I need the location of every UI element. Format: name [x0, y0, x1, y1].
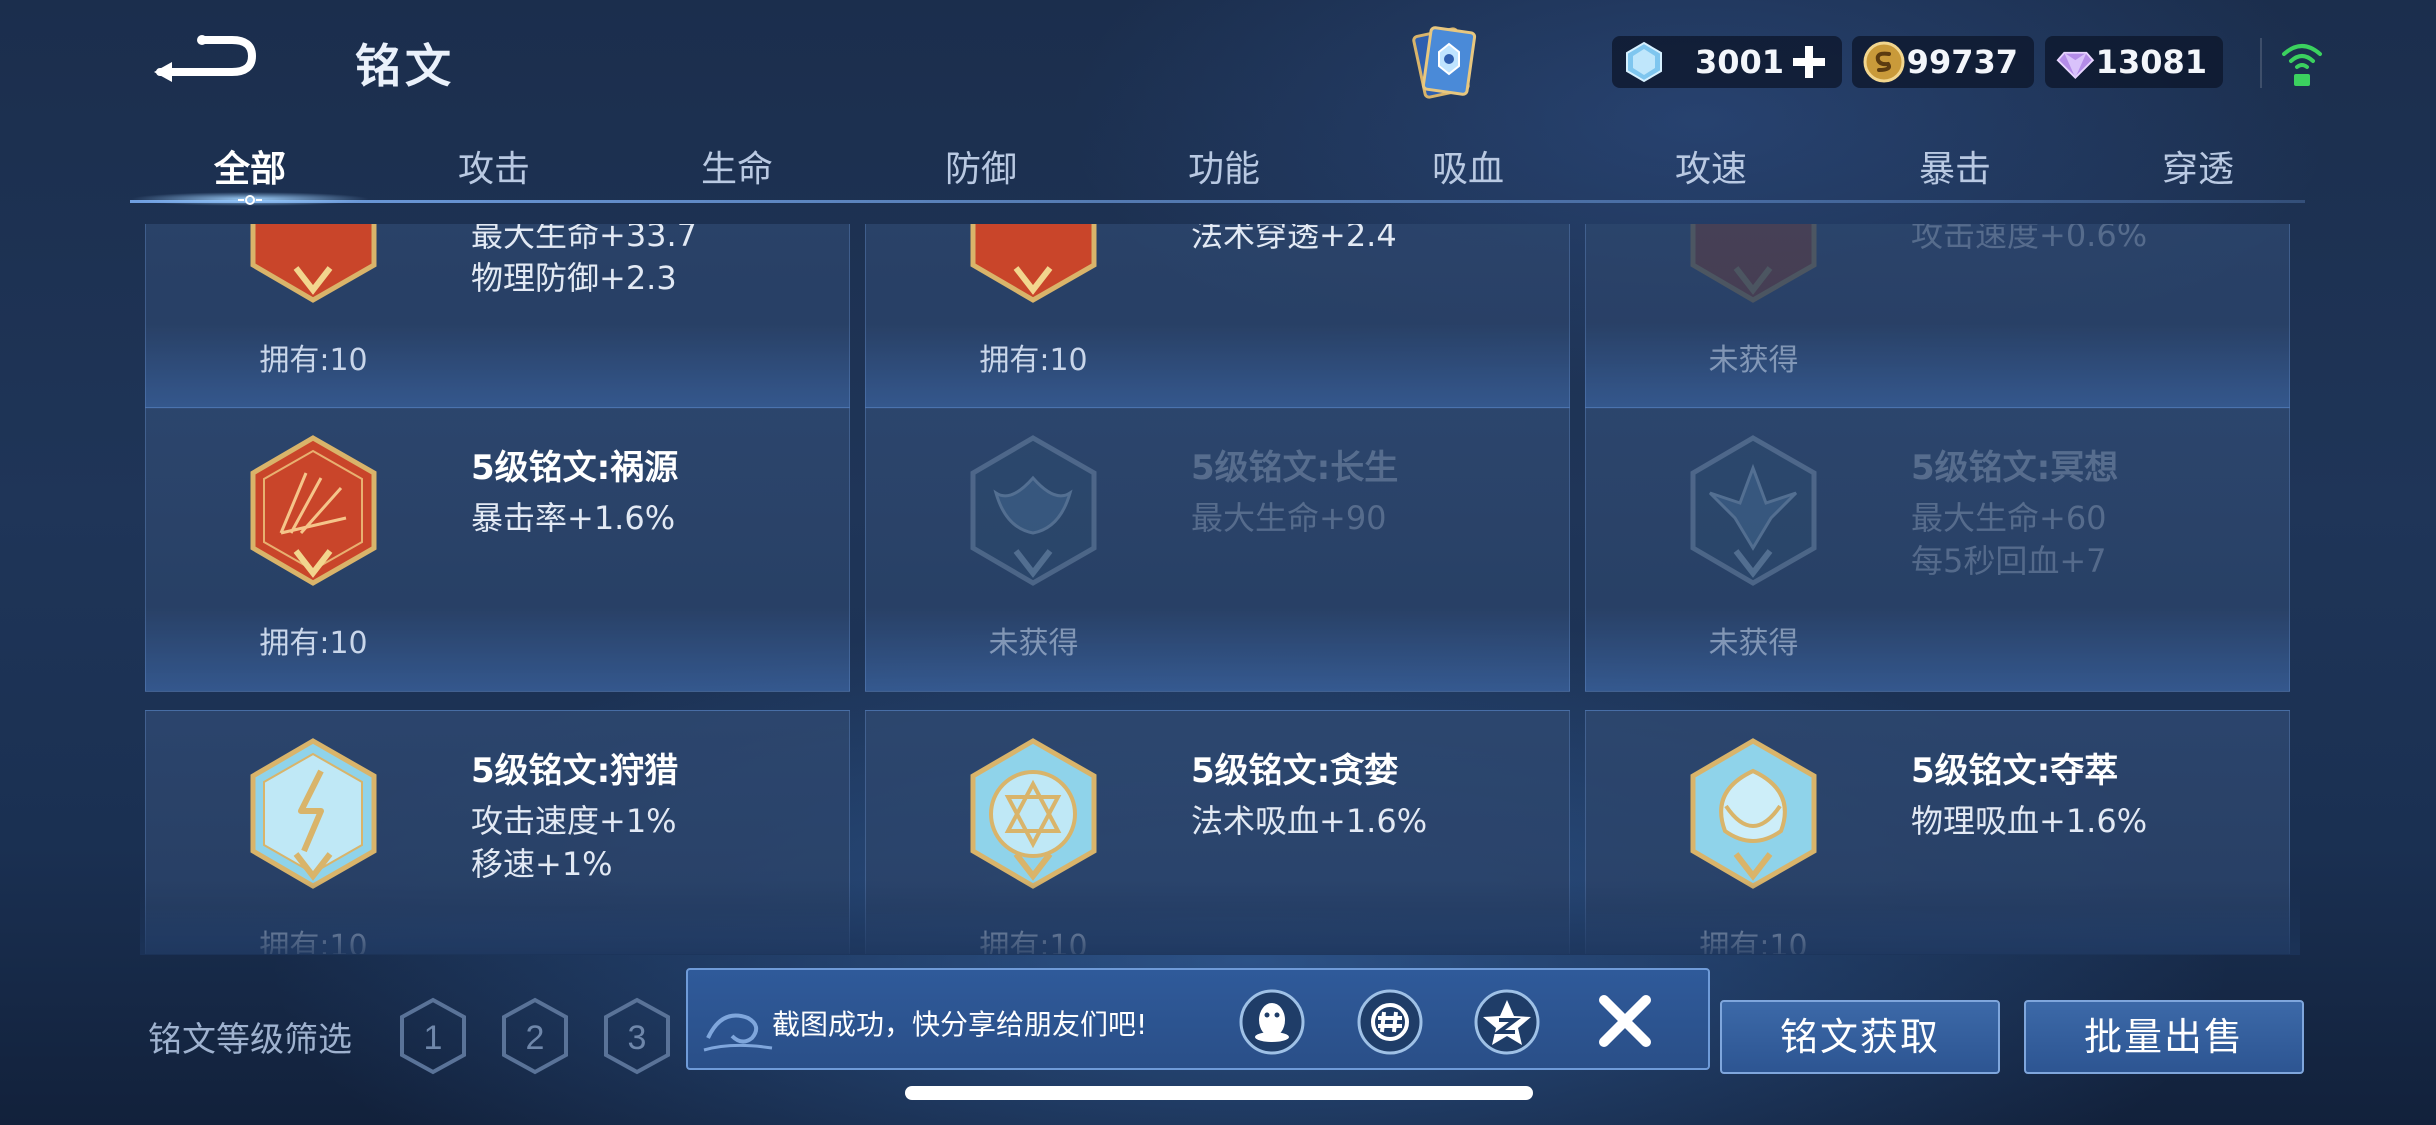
rune-card[interactable]: 5级铭文:贪婪 法术吸血+1.6% 拥有:10	[865, 710, 1570, 954]
svg-text:1: 1	[424, 1019, 443, 1057]
tab-utility[interactable]: 功能	[1104, 140, 1344, 192]
wechat-moments-icon[interactable]	[1356, 988, 1424, 1056]
rune-card[interactable]: 5级铭文:夺萃 物理吸血+1.6% 拥有:10	[1585, 710, 2290, 954]
purple-crystal-icon	[2056, 51, 2095, 80]
home-indicator[interactable]	[905, 1086, 1533, 1100]
tab-attack-speed[interactable]: 攻速	[1591, 140, 1831, 192]
red-rune-emblem-icon	[1690, 224, 1817, 303]
rune-stat: 物理防御+2.3	[471, 259, 677, 297]
rune-owned-count: 拥有:10	[259, 626, 368, 661]
rune-stat: 每5秒回血+7	[1911, 542, 2107, 580]
rune-card[interactable]: 最大生命+33.7 物理防御+2.3 拥有:10	[145, 224, 850, 409]
wifi-signal-icon	[2282, 44, 2322, 86]
add-diamond-button[interactable]	[1788, 41, 1830, 83]
rune-stat: 攻击速度+0.6%	[1911, 224, 2148, 254]
tab-attack[interactable]: 攻击	[374, 140, 614, 192]
plunder-rune-emblem-icon	[1690, 738, 1817, 889]
diamond-icon	[1626, 41, 1662, 83]
rune-stat: 最大生命+33.7	[471, 224, 698, 254]
greed-rune-emblem-icon	[970, 738, 1097, 889]
back-arrow-icon[interactable]	[150, 28, 260, 90]
rune-stat: 最大生命+90	[1191, 499, 1387, 537]
rune-card[interactable]: 攻击速度+0.6% 未获得	[1585, 224, 2290, 409]
rune-owned-count: 拥有:10	[259, 929, 368, 954]
coin-balance: 99737	[1852, 36, 2034, 88]
rune-owned-count: 未获得	[988, 626, 1079, 661]
crystal-balance: 13081	[2045, 36, 2223, 88]
rune-owned-count: 拥有:10	[1699, 929, 1808, 954]
level-filter-2[interactable]: 2	[500, 997, 570, 1075]
level-filter-3[interactable]: 3	[602, 997, 672, 1075]
hunt-rune-emblem-icon	[250, 738, 377, 889]
red-rune-emblem-icon	[250, 224, 377, 303]
rune-card[interactable]: 5级铭文:冥想 最大生命+60 每5秒回血+7 未获得	[1585, 407, 2290, 692]
svg-text:3: 3	[628, 1019, 647, 1057]
level-filter-label: 铭文等级筛选	[148, 1020, 352, 1060]
qq-icon[interactable]	[1238, 988, 1306, 1056]
tab-critical[interactable]: 暴击	[1835, 140, 2075, 192]
disaster-rune-emblem-icon	[250, 435, 377, 586]
rune-card-icon[interactable]	[1405, 22, 1483, 106]
rune-stat: 法术吸血+1.6%	[1191, 802, 1428, 840]
rune-owned-count: 拥有:10	[979, 929, 1088, 954]
rune-owned-count: 拥有:10	[259, 343, 368, 378]
gold-coin-icon	[1863, 41, 1905, 83]
tab-lifesteal[interactable]: 吸血	[1348, 140, 1588, 192]
category-tabs: 全部 攻击 生命 防御 功能 吸血 攻速 暴击 穿透	[130, 130, 2305, 206]
svg-text:2: 2	[526, 1019, 545, 1057]
rune-owned-count: 未获得	[1708, 343, 1799, 378]
red-rune-emblem-icon	[970, 224, 1097, 303]
tab-defense[interactable]: 防御	[861, 140, 1101, 192]
rune-stat: 攻击速度+1%	[471, 802, 677, 840]
crystal-value: 13081	[2095, 43, 2207, 81]
share-message: 截图成功，快分享给朋友们吧!	[772, 1008, 1148, 1041]
rune-stat: 最大生命+60	[1911, 499, 2107, 537]
rune-card[interactable]: 5级铭文:长生 最大生命+90 未获得	[865, 407, 1570, 692]
rune-name: 5级铭文:贪婪	[1191, 751, 1399, 791]
tab-all[interactable]: 全部	[130, 140, 370, 192]
page-title: 铭文	[355, 39, 455, 93]
coin-value: 99737	[1906, 43, 2018, 81]
rune-card[interactable]: 法术穿透+2.4 拥有:10	[865, 224, 1570, 409]
header-divider	[2260, 38, 2262, 88]
qzone-icon[interactable]	[1473, 988, 1541, 1056]
rune-owned-count: 未获得	[1708, 626, 1799, 661]
rune-card[interactable]: 5级铭文:狩猎 攻击速度+1% 移速+1% 拥有:10	[145, 710, 850, 954]
tab-penetration[interactable]: 穿透	[2078, 140, 2318, 192]
rune-name: 5级铭文:狩猎	[471, 751, 679, 791]
longevity-rune-emblem-icon	[970, 435, 1097, 586]
diamond-balance: 3001	[1612, 36, 1842, 88]
level-filter-1[interactable]: 1	[398, 997, 468, 1075]
rune-name: 5级铭文:祸源	[471, 448, 679, 488]
diamond-value: 3001	[1694, 43, 1784, 81]
tab-underline	[130, 200, 2305, 203]
meditation-rune-emblem-icon	[1690, 435, 1817, 586]
bulk-sell-button[interactable]: 批量出售	[2024, 1000, 2304, 1074]
rune-owned-count: 拥有:10	[979, 343, 1088, 378]
rune-grid: 最大生命+33.7 物理防御+2.3 拥有:10 法术穿透+2.4 拥有:10 …	[140, 224, 2300, 954]
tab-health[interactable]: 生命	[617, 140, 857, 192]
rune-stat: 法术穿透+2.4	[1191, 224, 1397, 254]
rune-card[interactable]: 5级铭文:祸源 暴击率+1.6% 拥有:10	[145, 407, 850, 692]
obtain-rune-button[interactable]: 铭文获取	[1720, 1000, 2000, 1074]
rune-stat: 暴击率+1.6%	[471, 499, 676, 537]
rune-name: 5级铭文:夺萃	[1911, 751, 2119, 791]
close-icon[interactable]	[1594, 990, 1656, 1052]
rune-stat: 移速+1%	[471, 845, 613, 883]
rune-name: 5级铭文:冥想	[1911, 448, 2119, 488]
active-tab-dot-icon	[238, 195, 262, 205]
rune-name: 5级铭文:长生	[1191, 448, 1399, 488]
swirl-decoration-icon	[703, 1013, 773, 1052]
screenshot-share-toast: 截图成功，快分享给朋友们吧!	[686, 968, 1710, 1070]
rune-stat: 物理吸血+1.6%	[1911, 802, 2148, 840]
